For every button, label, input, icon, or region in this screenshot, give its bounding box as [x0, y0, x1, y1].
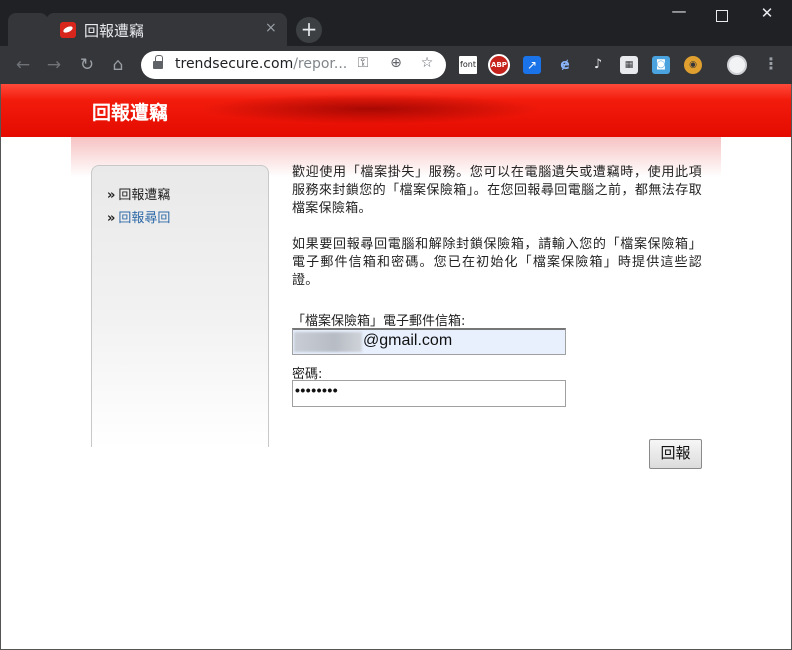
- email-value: @gmail.com: [363, 332, 453, 349]
- page-title: 回報遭竊: [92, 102, 169, 124]
- active-tab[interactable]: 回報遭竊 ×: [46, 13, 287, 46]
- new-tab-button[interactable]: +: [296, 17, 322, 43]
- owl-extension-icon[interactable]: ◉: [684, 56, 702, 74]
- lock-icon[interactable]: [153, 55, 163, 70]
- adblock-plus-icon[interactable]: ABP: [488, 54, 510, 76]
- sidebar-item-report-recovered[interactable]: » 回報尋回: [107, 207, 170, 226]
- intro-paragraph: 歡迎使用「檔案掛失」服務。您可以在電腦遺失或遭竊時，使用此項服務來封鎖您的「檔案…: [292, 165, 702, 216]
- e-extension-icon[interactable]: ɇ: [556, 56, 574, 74]
- grid-extension-icon[interactable]: ▦: [620, 56, 638, 74]
- inactive-tab[interactable]: [8, 13, 48, 46]
- forward-arrow-icon[interactable]: →: [43, 54, 65, 76]
- password-field[interactable]: ••••••••: [292, 380, 566, 407]
- key-icon[interactable]: ⚿: [353, 55, 373, 71]
- minimize-icon[interactable]: —: [669, 2, 689, 20]
- page-content: 回報遭竊 » 回報遭竊 » 回報尋回 歡迎使用「檔案掛失」服務。您可以在電腦遺失或遭…: [1, 84, 791, 649]
- music-note-extension-icon[interactable]: ♪: [589, 56, 607, 74]
- home-icon[interactable]: ⌂: [107, 54, 129, 76]
- password-value: ••••••••: [295, 382, 339, 398]
- browser-toolbar: ← → ↻ ⌂ trendsecure.com/repor... ⚿ ⊕ ☆ f…: [0, 46, 792, 84]
- back-arrow-icon[interactable]: ←: [12, 54, 34, 76]
- reload-icon[interactable]: ↻: [76, 54, 98, 76]
- maximize-icon[interactable]: [712, 4, 732, 22]
- url-text[interactable]: trendsecure.com/repor...: [175, 56, 347, 72]
- sidebar-item-report-stolen: » 回報遭竊: [107, 188, 171, 203]
- email-field[interactable]: @gmail.com: [292, 328, 566, 355]
- camera-extension-icon[interactable]: ◙: [652, 56, 670, 74]
- instructions-paragraph: 如果要回報尋回電腦和解除封鎖保險箱，請輸入您的「檔案保險箱」電子郵件信箱和密碼。…: [292, 237, 702, 288]
- browser-menu-icon[interactable]: ⋮: [763, 54, 779, 73]
- bookmark-star-icon[interactable]: ☆: [417, 55, 437, 71]
- redacted-email-prefix: [294, 332, 362, 352]
- share-extension-icon[interactable]: ↗: [523, 56, 541, 74]
- tab-strip: 回報遭竊 × + — ✕: [0, 0, 792, 46]
- trend-micro-favicon-icon: [60, 22, 76, 38]
- zoom-icon[interactable]: ⊕: [386, 55, 406, 71]
- address-bar[interactable]: trendsecure.com/repor... ⚿ ⊕ ☆: [141, 51, 446, 79]
- font-extension-icon[interactable]: font: [459, 56, 477, 74]
- report-button[interactable]: 回報: [649, 439, 702, 469]
- email-label: 「檔案保險箱」電子郵件信箱:: [292, 314, 466, 329]
- profile-avatar[interactable]: [727, 55, 747, 75]
- window-close-icon[interactable]: ✕: [757, 4, 777, 22]
- sidebar: » 回報遭竊 » 回報尋回: [91, 165, 269, 447]
- tab-close-icon[interactable]: ×: [265, 20, 277, 36]
- tab-title: 回報遭竊: [84, 22, 145, 40]
- header-banner: 回報遭竊: [1, 84, 791, 137]
